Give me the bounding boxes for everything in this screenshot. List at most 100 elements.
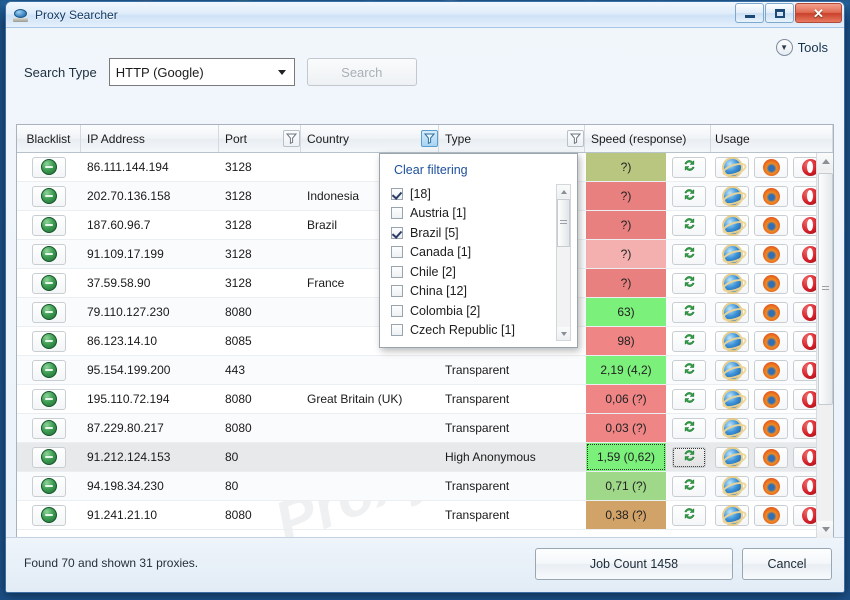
recheck-proxy-button[interactable] bbox=[672, 186, 706, 207]
blacklist-toggle-button[interactable] bbox=[32, 186, 66, 207]
column-header-port[interactable]: Port bbox=[219, 125, 273, 152]
blacklist-toggle-button[interactable] bbox=[32, 447, 66, 468]
scroll-up-arrow-icon[interactable] bbox=[817, 153, 834, 170]
launch-ie-button[interactable] bbox=[715, 360, 749, 381]
recheck-proxy-button[interactable] bbox=[672, 157, 706, 178]
scroll-down-arrow-icon[interactable] bbox=[817, 521, 834, 538]
blacklist-toggle-button[interactable] bbox=[32, 418, 66, 439]
job-count-button[interactable]: Job Count 1458 bbox=[535, 548, 733, 580]
column-header-country[interactable]: Country bbox=[301, 125, 411, 152]
country-filter-item[interactable]: Colombia [2] bbox=[391, 301, 577, 321]
launch-firefox-button[interactable] bbox=[754, 273, 788, 294]
blacklist-toggle-button[interactable] bbox=[32, 331, 66, 352]
title-bar[interactable]: Proxy Searcher ✕ bbox=[6, 2, 844, 28]
table-row[interactable]: 91.212.124.15380High Anonymous1,59 (0,62… bbox=[17, 443, 833, 472]
launch-firefox-button[interactable] bbox=[754, 186, 788, 207]
type-filter-icon[interactable] bbox=[567, 130, 584, 147]
table-row[interactable]: 91.241.21.108080Transparent0,38 (?) bbox=[17, 501, 833, 530]
filter-scrollbar-thumb[interactable] bbox=[557, 199, 570, 247]
recheck-proxy-button[interactable] bbox=[672, 244, 706, 265]
country-filter-item[interactable]: China [12] bbox=[391, 282, 577, 302]
minimize-button[interactable] bbox=[735, 3, 764, 23]
clear-filtering-link[interactable]: Clear filtering bbox=[380, 154, 577, 184]
blacklist-toggle-button[interactable] bbox=[32, 476, 66, 497]
launch-ie-button[interactable] bbox=[715, 505, 749, 526]
launch-firefox-button[interactable] bbox=[754, 418, 788, 439]
launch-firefox-button[interactable] bbox=[754, 476, 788, 497]
launch-ie-button[interactable] bbox=[715, 389, 749, 410]
checkbox-icon[interactable] bbox=[391, 305, 403, 317]
table-vertical-scrollbar[interactable] bbox=[816, 153, 833, 538]
scrollbar-thumb[interactable] bbox=[818, 173, 833, 405]
launch-firefox-button[interactable] bbox=[754, 331, 788, 352]
launch-ie-button[interactable] bbox=[715, 418, 749, 439]
blacklist-toggle-button[interactable] bbox=[32, 273, 66, 294]
table-row[interactable]: 195.110.72.1948080Great Britain (UK)Tran… bbox=[17, 385, 833, 414]
launch-ie-button[interactable] bbox=[715, 186, 749, 207]
country-filter-item[interactable]: Austria [1] bbox=[391, 204, 577, 224]
checkbox-icon[interactable] bbox=[391, 246, 403, 258]
filter-scroll-up-icon[interactable] bbox=[557, 185, 570, 198]
blacklist-toggle-button[interactable] bbox=[32, 389, 66, 410]
checkbox-icon[interactable] bbox=[391, 227, 403, 239]
recheck-proxy-button[interactable] bbox=[672, 273, 706, 294]
search-type-dropdown[interactable]: HTTP (Google) bbox=[109, 58, 295, 86]
recheck-proxy-button[interactable] bbox=[672, 476, 706, 497]
country-filter-item[interactable]: Canada [1] bbox=[391, 243, 577, 263]
recheck-proxy-button[interactable] bbox=[672, 331, 706, 352]
tools-button[interactable]: ▼ Tools bbox=[772, 36, 832, 59]
country-filter-item[interactable]: Chile [2] bbox=[391, 262, 577, 282]
blacklist-toggle-button[interactable] bbox=[32, 360, 66, 381]
launch-ie-button[interactable] bbox=[715, 157, 749, 178]
launch-ie-button[interactable] bbox=[715, 244, 749, 265]
launch-firefox-button[interactable] bbox=[754, 505, 788, 526]
column-header-usage[interactable]: Usage bbox=[711, 125, 833, 152]
filter-scroll-down-icon[interactable] bbox=[557, 327, 570, 340]
filter-list-scrollbar[interactable] bbox=[556, 184, 571, 341]
table-row[interactable]: 87.229.80.2178080Transparent0,03 (?) bbox=[17, 414, 833, 443]
launch-firefox-button[interactable] bbox=[754, 157, 788, 178]
port-filter-icon[interactable] bbox=[283, 130, 300, 147]
recheck-proxy-button[interactable] bbox=[672, 302, 706, 323]
launch-ie-button[interactable] bbox=[715, 476, 749, 497]
blacklist-toggle-button[interactable] bbox=[32, 244, 66, 265]
launch-firefox-button[interactable] bbox=[754, 447, 788, 468]
country-filter-icon[interactable] bbox=[421, 130, 438, 147]
column-header-ip-address[interactable]: IP Address bbox=[81, 125, 219, 152]
maximize-button[interactable] bbox=[765, 3, 794, 23]
recheck-proxy-button[interactable] bbox=[672, 418, 706, 439]
launch-firefox-button[interactable] bbox=[754, 389, 788, 410]
recheck-proxy-button[interactable] bbox=[672, 447, 706, 468]
country-filter-item[interactable]: Brazil [5] bbox=[391, 223, 577, 243]
recheck-proxy-button[interactable] bbox=[672, 215, 706, 236]
launch-firefox-button[interactable] bbox=[754, 244, 788, 265]
blacklist-toggle-button[interactable] bbox=[32, 157, 66, 178]
blacklist-toggle-button[interactable] bbox=[32, 302, 66, 323]
table-row[interactable]: 95.154.199.200443Transparent2,19 (4,2) bbox=[17, 356, 833, 385]
recheck-proxy-button[interactable] bbox=[672, 505, 706, 526]
close-button[interactable]: ✕ bbox=[795, 3, 842, 23]
column-header-blacklist[interactable]: Blacklist bbox=[17, 125, 81, 152]
checkbox-icon[interactable] bbox=[391, 188, 403, 200]
checkbox-icon[interactable] bbox=[391, 324, 403, 336]
launch-ie-button[interactable] bbox=[715, 215, 749, 236]
launch-firefox-button[interactable] bbox=[754, 302, 788, 323]
launch-ie-button[interactable] bbox=[715, 447, 749, 468]
table-row[interactable]: 94.198.34.23080Transparent0,71 (?) bbox=[17, 472, 833, 501]
blacklist-toggle-button[interactable] bbox=[32, 505, 66, 526]
country-filter-item[interactable]: Czech Republic [1] bbox=[391, 321, 577, 340]
column-header-speed[interactable]: Speed (response) bbox=[585, 125, 711, 152]
launch-firefox-button[interactable] bbox=[754, 360, 788, 381]
checkbox-icon[interactable] bbox=[391, 266, 403, 278]
cancel-button[interactable]: Cancel bbox=[742, 548, 832, 580]
search-button[interactable]: Search bbox=[307, 58, 417, 86]
checkbox-icon[interactable] bbox=[391, 285, 403, 297]
launch-ie-button[interactable] bbox=[715, 273, 749, 294]
launch-ie-button[interactable] bbox=[715, 331, 749, 352]
checkbox-icon[interactable] bbox=[391, 207, 403, 219]
column-header-type[interactable]: Type bbox=[439, 125, 557, 152]
blacklist-toggle-button[interactable] bbox=[32, 215, 66, 236]
recheck-proxy-button[interactable] bbox=[672, 360, 706, 381]
launch-firefox-button[interactable] bbox=[754, 215, 788, 236]
launch-ie-button[interactable] bbox=[715, 302, 749, 323]
